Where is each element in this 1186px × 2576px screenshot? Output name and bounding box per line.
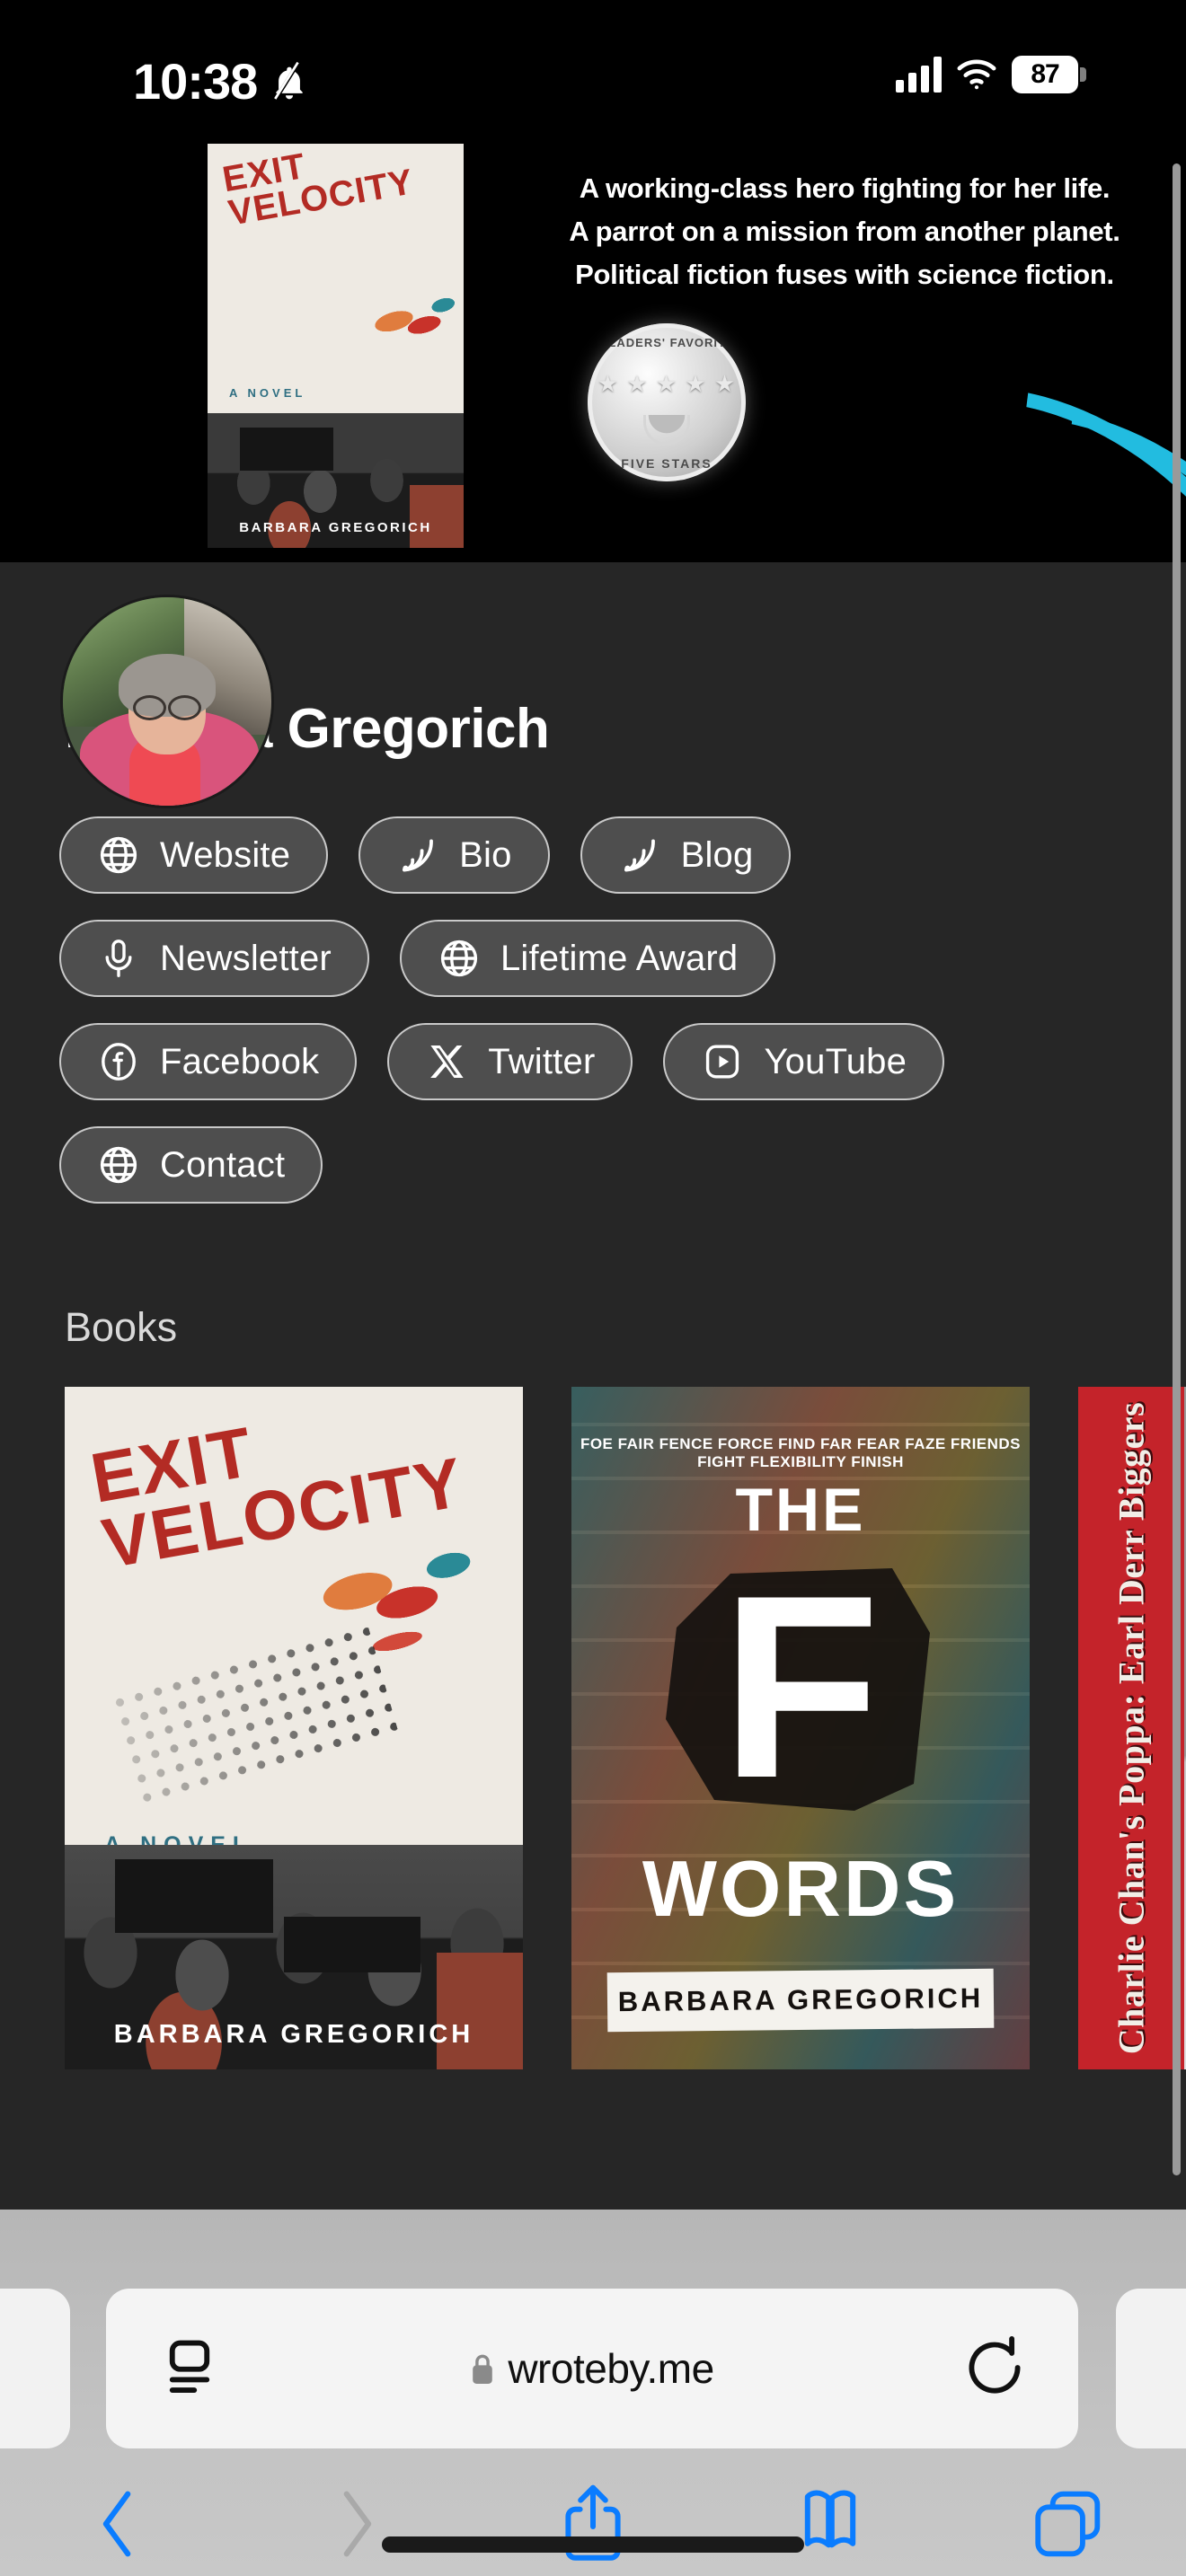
book-icon: [804, 2490, 856, 2548]
award-badge-top-text: READERS' FAVORITE: [598, 336, 735, 349]
avatar-glasses: [133, 695, 201, 721]
link-row: Facebook Twitter YouTube: [59, 1023, 1137, 1100]
link-button-lifetime-award[interactable]: Lifetime Award: [399, 920, 776, 997]
link-button-label: YouTube: [764, 1041, 907, 1081]
globe-icon: [438, 937, 481, 980]
book-cover-exit-velocity[interactable]: EXIT VELOCITY A NOVEL BARBARA GREGORICH: [65, 1387, 523, 2069]
banner-tagline-line-1: A working-class hero fighting for her li…: [579, 172, 1111, 204]
link-button-label: Contact: [160, 1144, 286, 1185]
tab-stub-previous[interactable]: [0, 2289, 70, 2448]
status-bar-clock: 10:38: [133, 53, 258, 110]
book-cover-f-graffiti: F: [666, 1552, 935, 1822]
lock-icon: [473, 2354, 493, 2384]
book-cover-title-top: THE: [735, 1476, 866, 1544]
link-button-youtube[interactable]: YouTube: [663, 1023, 945, 1100]
address-bar[interactable]: wroteby.me: [106, 2289, 1078, 2448]
book-cover-title-bottom: WORDS: [642, 1844, 960, 1933]
battery-level: 87: [1031, 59, 1059, 89]
page-scrollbar[interactable]: [1173, 163, 1181, 2175]
award-badge-bottom-text: FIVE STARS: [621, 456, 712, 471]
book-cover-author: BARBARA GREGORICH: [113, 2020, 474, 2049]
address-bar-url: wroteby.me: [508, 2345, 714, 2392]
wifi-icon: [957, 59, 996, 90]
link-row: Newsletter Lifetime Award: [59, 920, 1137, 997]
rss-icon: [618, 834, 661, 877]
globe-icon: [97, 1143, 140, 1187]
banner-tagline-line-3: Political fiction fuses with science fic…: [575, 259, 1114, 291]
tabs-button[interactable]: [949, 2472, 1186, 2576]
link-button-facebook[interactable]: Facebook: [59, 1023, 358, 1100]
protest-sign-1: [115, 1859, 273, 1933]
dot-trail-art: [107, 1621, 400, 1808]
safari-bottom-bar: wroteby.me: [0, 2210, 1186, 2576]
link-button-label: Lifetime Award: [500, 938, 739, 978]
chevron-left-icon: [102, 2491, 131, 2557]
banner-tagline: A working-class hero fighting for her li…: [530, 167, 1159, 296]
twitter-x-icon: [425, 1040, 468, 1083]
readers-favorite-award-badge: READERS' FAVORITE ★ ★ ★ ★ ★ FIVE STARS: [588, 323, 746, 481]
share-button[interactable]: [474, 2472, 712, 2576]
site-banner: EXIT VELOCITY A NOVEL BARBARA GREGORICH …: [0, 144, 1186, 562]
tab-stub-next[interactable]: [1116, 2289, 1186, 2448]
banner-book-subtitle: A NOVEL: [229, 386, 306, 400]
bell-slash-icon: [273, 61, 303, 101]
link-button-label: Bio: [459, 834, 512, 875]
link-button-bio[interactable]: Bio: [358, 816, 550, 894]
link-button-label: Website: [160, 834, 291, 875]
book-cover-title-letter: F: [721, 1541, 881, 1832]
bookmarks-button[interactable]: [712, 2472, 949, 2576]
award-badge-book-glyph: [643, 415, 690, 446]
battery-indicator: 87: [1012, 56, 1086, 93]
link-button-label: Newsletter: [160, 938, 332, 978]
forward-button[interactable]: [237, 2472, 474, 2576]
protest-sign-2: [284, 1917, 420, 1972]
books-carousel[interactable]: EXIT VELOCITY A NOVEL BARBARA GREGORICH …: [65, 1387, 1186, 2069]
web-page-content: EXIT VELOCITY A NOVEL BARBARA GREGORICH …: [0, 144, 1186, 2210]
book-cover-the-f-words[interactable]: FOE FAIR FENCE FORCE FIND FAR FEAR FAZE …: [571, 1387, 1030, 2069]
chevron-right-icon: [343, 2491, 372, 2557]
link-button-grid: Website Bio Blog Newsletter Lifetime Awa…: [59, 816, 1137, 1204]
book-cover-spine: Charlie Chan's Poppa: Earl Derr Biggers: [1078, 1387, 1184, 2069]
tabs-icon: [1035, 2491, 1101, 2557]
avatar: [63, 597, 271, 806]
link-button-label: Facebook: [160, 1041, 320, 1081]
link-button-label: Twitter: [488, 1041, 596, 1081]
cellular-signal-icon: [896, 57, 942, 93]
globe-icon: [97, 834, 140, 877]
award-badge-stars: ★ ★ ★ ★ ★: [597, 370, 737, 397]
banner-swoosh-stripe-2: [718, 302, 1186, 562]
back-button[interactable]: [0, 2472, 237, 2576]
home-indicator: [382, 2536, 804, 2553]
facebook-icon: [97, 1040, 140, 1083]
book-cover-spine-title: Charlie Chan's Poppa: Earl Derr Biggers: [1111, 1401, 1152, 2055]
book-cover-author: BARBARA GREGORICH: [617, 1981, 984, 2018]
link-button-newsletter[interactable]: Newsletter: [59, 920, 369, 997]
banner-book-author: BARBARA GREGORICH: [239, 520, 432, 535]
link-button-blog[interactable]: Blog: [580, 816, 792, 894]
book-cover-author-band: BARBARA GREGORICH: [606, 1968, 995, 2033]
link-row: Contact: [59, 1126, 1137, 1204]
link-button-twitter[interactable]: Twitter: [387, 1023, 633, 1100]
link-button-website[interactable]: Website: [59, 816, 329, 894]
banner-book-title: EXIT VELOCITY: [219, 146, 417, 234]
microphone-icon: [97, 937, 140, 980]
browser-toolbar: [0, 2472, 1186, 2576]
status-bar-indicators: 87: [896, 56, 1086, 93]
reload-icon[interactable]: [961, 2333, 1028, 2402]
status-bar: 10:38 87: [0, 0, 1186, 144]
youtube-icon: [701, 1040, 744, 1083]
banner-book-sign: [240, 428, 333, 471]
banner-tagline-line-2: A parrot on a mission from another plane…: [569, 216, 1120, 248]
book-cover-kicker: FOE FAIR FENCE FORCE FIND FAR FEAR FAZE …: [580, 1435, 1022, 1470]
book-cover-charlie-chans-poppa[interactable]: Charlie Chan's Poppa: Earl Derr Biggers: [1078, 1387, 1186, 2069]
address-bar-content: wroteby.me: [106, 2289, 1078, 2448]
books-section-heading: Books: [65, 1304, 178, 1350]
phone-screen: 10:38 87 EXIT VELOCITY A NOVEL BARBARA G…: [0, 0, 1186, 2576]
link-row: Website Bio Blog: [59, 816, 1137, 894]
rss-icon: [396, 834, 439, 877]
link-button-contact[interactable]: Contact: [59, 1126, 323, 1204]
link-button-label: Blog: [680, 834, 754, 875]
